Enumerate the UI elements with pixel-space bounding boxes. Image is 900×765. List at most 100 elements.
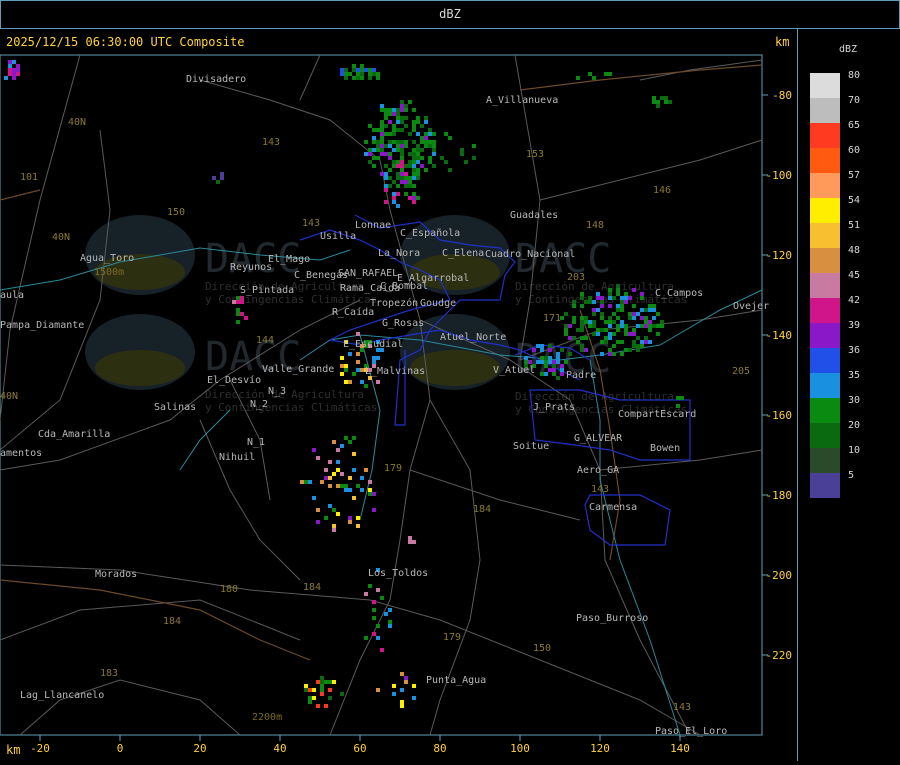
place-label: C_Bombal: [380, 281, 428, 292]
echo-pixel: [396, 160, 400, 164]
y-tick-label: -160: [766, 409, 793, 422]
legend-swatch: [810, 348, 840, 373]
echo-pixel: [412, 128, 416, 132]
route-number: 184: [163, 616, 181, 627]
radar-map[interactable]: DACC Dirección de Agricultura y Continge…: [0, 28, 797, 761]
route-number: 146: [653, 185, 671, 196]
x-axis: -20 0 20 40 60 80 100 120 140: [30, 735, 690, 755]
echo-pixel: [364, 68, 368, 72]
echo-pixel: [324, 704, 328, 708]
echo-pixel: [244, 316, 248, 320]
echo-pixel: [388, 108, 392, 112]
echo-pixel: [308, 696, 312, 700]
echo-pixel: [388, 168, 392, 172]
echo-pixel: [372, 164, 376, 168]
echo-pixel: [580, 320, 584, 324]
echo-pixel: [328, 696, 332, 700]
place-label: SAN_RAFAEL: [338, 268, 398, 279]
echo-pixel: [564, 360, 568, 364]
echo-pixel: [376, 128, 380, 132]
legend-value: 5: [848, 470, 854, 481]
echo-pixel: [336, 468, 340, 472]
echo-pixel: [384, 200, 388, 204]
legend-swatch: [810, 398, 840, 423]
place-label: Padre: [566, 370, 596, 381]
echo-pixel: [348, 380, 352, 384]
echo-pixel: [616, 316, 620, 320]
echo-pixel: [580, 304, 584, 308]
echo-pixel: [348, 520, 352, 524]
echo-pixel: [404, 192, 408, 196]
echo-pixel: [648, 304, 652, 308]
echo-pixel: [376, 148, 380, 152]
echo-pixel: [388, 112, 392, 116]
echo-pixel: [416, 152, 420, 156]
echo-pixel: [420, 124, 424, 128]
echo-pixel: [400, 688, 404, 692]
echo-pixel: [412, 108, 416, 112]
echo-pixel: [396, 108, 400, 112]
route-number: 143: [302, 218, 320, 229]
echo-pixel: [416, 156, 420, 160]
echo-pixel: [356, 484, 360, 488]
echo-pixel: [432, 132, 436, 136]
echo-pixel: [540, 344, 544, 348]
echo-pixel: [348, 476, 352, 480]
echo-pixel: [620, 296, 624, 300]
echo-pixel: [612, 332, 616, 336]
echo-pixel: [620, 320, 624, 324]
echo-pixel: [620, 300, 624, 304]
echo-pixel: [424, 140, 428, 144]
echo-pixel: [316, 704, 320, 708]
echo-pixel: [608, 320, 612, 324]
echo-pixel: [556, 360, 560, 364]
echo-pixel: [612, 344, 616, 348]
echo-pixel: [368, 68, 372, 72]
legend-value: 70: [848, 95, 860, 106]
echo-pixel: [448, 136, 452, 140]
echo-pixel: [608, 336, 612, 340]
echo-pixel: [412, 140, 416, 144]
echo-pixel: [336, 484, 340, 488]
echo-pixel: [408, 540, 412, 544]
echo-pixel: [308, 688, 312, 692]
echo-pixel: [644, 336, 648, 340]
echo-pixel: [552, 364, 556, 368]
echo-pixel: [380, 120, 384, 124]
echo-pixel: [356, 68, 360, 72]
legend-value: 80: [848, 70, 860, 81]
radar-map-panel[interactable]: DACC Dirección de Agricultura y Continge…: [0, 28, 798, 761]
echo-pixel: [620, 340, 624, 344]
echo-pixel: [648, 324, 652, 328]
place-label: Lonnae: [355, 220, 391, 231]
echo-pixel: [608, 72, 612, 76]
legend-value: 65: [848, 120, 860, 131]
echo-pixel: [632, 288, 636, 292]
echo-pixel: [380, 648, 384, 652]
echo-pixel: [392, 128, 396, 132]
echo-pixel: [372, 632, 376, 636]
echo-pixel: [552, 368, 556, 372]
echo-pixel: [632, 312, 636, 316]
echo-pixel: [388, 608, 392, 612]
echo-pixel: [388, 184, 392, 188]
echo-pixel: [400, 128, 404, 132]
echo-pixel: [348, 352, 352, 356]
place-label: N_2: [250, 399, 268, 410]
echo-pixel: [356, 352, 360, 356]
place-label: Cda_Amarilla: [38, 429, 110, 440]
echo-pixel: [548, 344, 552, 348]
echo-pixel: [576, 76, 580, 80]
echo-pixel: [356, 516, 360, 520]
legend-value: 30: [848, 395, 860, 406]
place-label: Agua_Toro: [80, 253, 134, 264]
echo-pixel: [388, 620, 392, 624]
echo-pixel: [388, 120, 392, 124]
echo-pixel: [464, 160, 468, 164]
echo-pixel: [16, 64, 20, 68]
legend-value: 60: [848, 145, 860, 156]
x-tick-label: 20: [193, 742, 206, 755]
echo-pixel: [616, 328, 620, 332]
echo-pixel: [424, 144, 428, 148]
echo-pixel: [604, 340, 608, 344]
